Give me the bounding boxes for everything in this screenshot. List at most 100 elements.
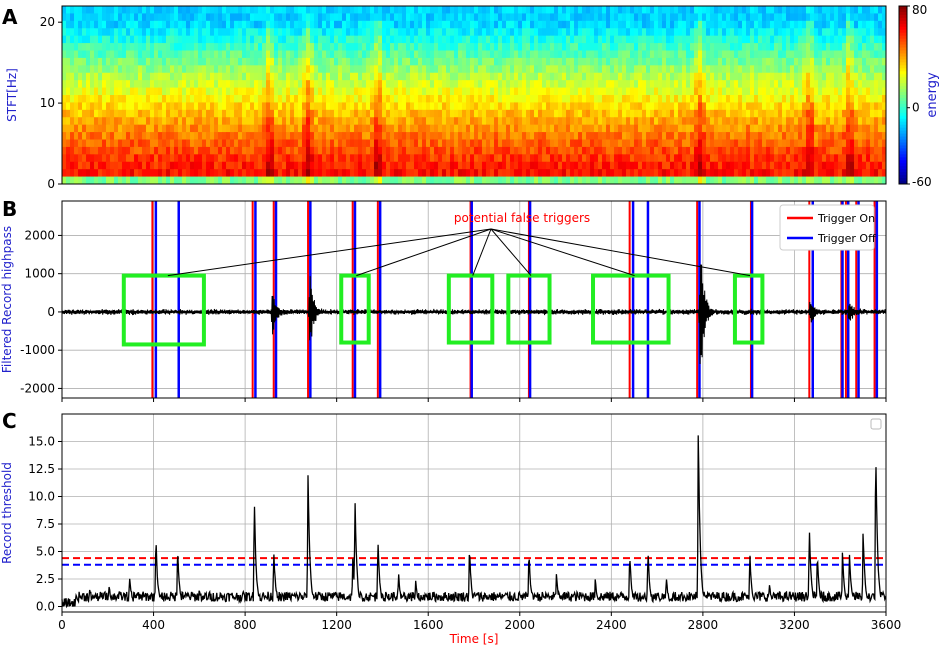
spectrogram-cell <box>78 176 83 185</box>
spectrogram-cell <box>466 109 471 118</box>
spectrogram-cell <box>734 132 739 140</box>
spectrogram-cell <box>362 35 367 44</box>
spectrogram-cell <box>338 109 343 118</box>
spectrogram-cell <box>250 20 255 29</box>
spectrogram-cell <box>218 146 223 155</box>
spectrogram-cell <box>414 65 419 74</box>
spectrogram-cell <box>854 124 859 133</box>
spectrogram-cell <box>358 102 363 111</box>
spectrogram-cell <box>198 154 203 163</box>
spectrogram-cell <box>626 124 631 133</box>
spectrogram-cell <box>842 139 847 148</box>
spectrogram-cell <box>666 109 671 118</box>
spectrogram-cell <box>314 6 319 14</box>
spectrogram-cell <box>334 169 339 177</box>
spectrogram-cell <box>734 87 739 96</box>
spectrogram-cell <box>606 139 611 148</box>
spectrogram-cell <box>822 176 827 185</box>
spectrogram-cell <box>190 50 195 59</box>
spectrogram-cell <box>222 146 227 155</box>
spectrogram-cell <box>566 146 571 155</box>
spectrogram-cell <box>714 57 719 66</box>
spectrogram-cell <box>262 57 267 66</box>
spectrogram-cell <box>270 72 275 81</box>
spectrogram-cell <box>230 124 235 133</box>
spectrogram-cell <box>654 169 659 177</box>
spectrogram-cell <box>210 13 215 22</box>
spectrogram-cell <box>738 102 743 111</box>
spectrogram-cell <box>502 124 507 133</box>
spectrogram-cell <box>178 146 183 155</box>
spectrogram-cell <box>454 176 459 185</box>
spectrogram-cell <box>574 176 579 185</box>
spectrogram-cell <box>142 154 147 163</box>
spectrogram-cell <box>774 146 779 155</box>
spectrogram-cell <box>402 102 407 111</box>
spectrogram-cell <box>386 102 391 111</box>
spectrogram-cell <box>830 117 835 126</box>
spectrogram-cell <box>198 87 203 96</box>
spectrogram-cell <box>734 57 739 66</box>
colorbar-cell <box>899 11 907 16</box>
spectrogram-cell <box>510 169 515 177</box>
spectrogram-cell <box>602 146 607 155</box>
spectrogram-cell <box>158 102 163 111</box>
spectrogram-cell <box>338 132 343 140</box>
spectrogram-cell <box>666 65 671 74</box>
colorbar-cell <box>899 106 907 111</box>
spectrogram-cell <box>214 154 219 163</box>
spectrogram-cell <box>818 65 823 74</box>
spectrogram-cell <box>338 154 343 163</box>
spectrogram-cell <box>458 132 463 140</box>
spectrogram-cell <box>538 102 543 111</box>
spectrogram-cell <box>766 35 771 44</box>
spectrogram-cell <box>270 117 275 126</box>
spectrogram-cell <box>770 146 775 155</box>
spectrogram-cell <box>814 80 819 88</box>
spectrogram-cell <box>158 65 163 74</box>
spectrogram-cell <box>806 28 811 37</box>
spectrogram-cell <box>626 95 631 103</box>
spectrogram-cell <box>698 57 703 66</box>
spectrogram-cell <box>742 20 747 29</box>
spectrogram-cell <box>842 50 847 59</box>
spectrogram-cell <box>286 169 291 177</box>
spectrogram-cell <box>242 109 247 118</box>
spectrogram-cell <box>426 6 431 14</box>
spectrogram-cell <box>142 117 147 126</box>
spectrogram-cell <box>518 6 523 14</box>
spectrogram-cell <box>418 6 423 14</box>
spectrogram-cell <box>442 80 447 88</box>
spectrogram-cell <box>758 176 763 185</box>
spectrogram-cell <box>546 117 551 126</box>
spectrogram-cell <box>138 72 143 81</box>
spectrogram-cell <box>310 154 315 163</box>
spectrogram-cell <box>746 95 751 103</box>
spectrogram-cell <box>506 95 511 103</box>
spectrogram-cell <box>394 20 399 29</box>
spectrogram-cell <box>98 80 103 88</box>
spectrogram-cell <box>94 28 99 37</box>
spectrogram-cell <box>518 109 523 118</box>
spectrogram-cell <box>718 176 723 185</box>
spectrogram-cell <box>818 50 823 59</box>
spectrogram-cell <box>578 117 583 126</box>
spectrogram-cell <box>846 176 851 185</box>
spectrogram-cell <box>322 35 327 44</box>
spectrogram-cell <box>682 72 687 81</box>
spectrogram-cell <box>650 117 655 126</box>
spectrogram-cell <box>634 80 639 88</box>
spectrogram-cell <box>610 35 615 44</box>
spectrogram-cell <box>394 87 399 96</box>
spectrogram-cell <box>866 154 871 163</box>
spectrogram-cell <box>854 43 859 51</box>
spectrogram-cell <box>878 50 883 59</box>
spectrogram-cell <box>446 146 451 155</box>
spectrogram-cell <box>834 139 839 148</box>
spectrogram-cell <box>278 6 283 14</box>
spectrogram-cell <box>810 169 815 177</box>
spectrogram-cell <box>314 176 319 185</box>
spectrogram-cell <box>138 80 143 88</box>
spectrogram-cell <box>662 132 667 140</box>
spectrogram-cell <box>390 146 395 155</box>
